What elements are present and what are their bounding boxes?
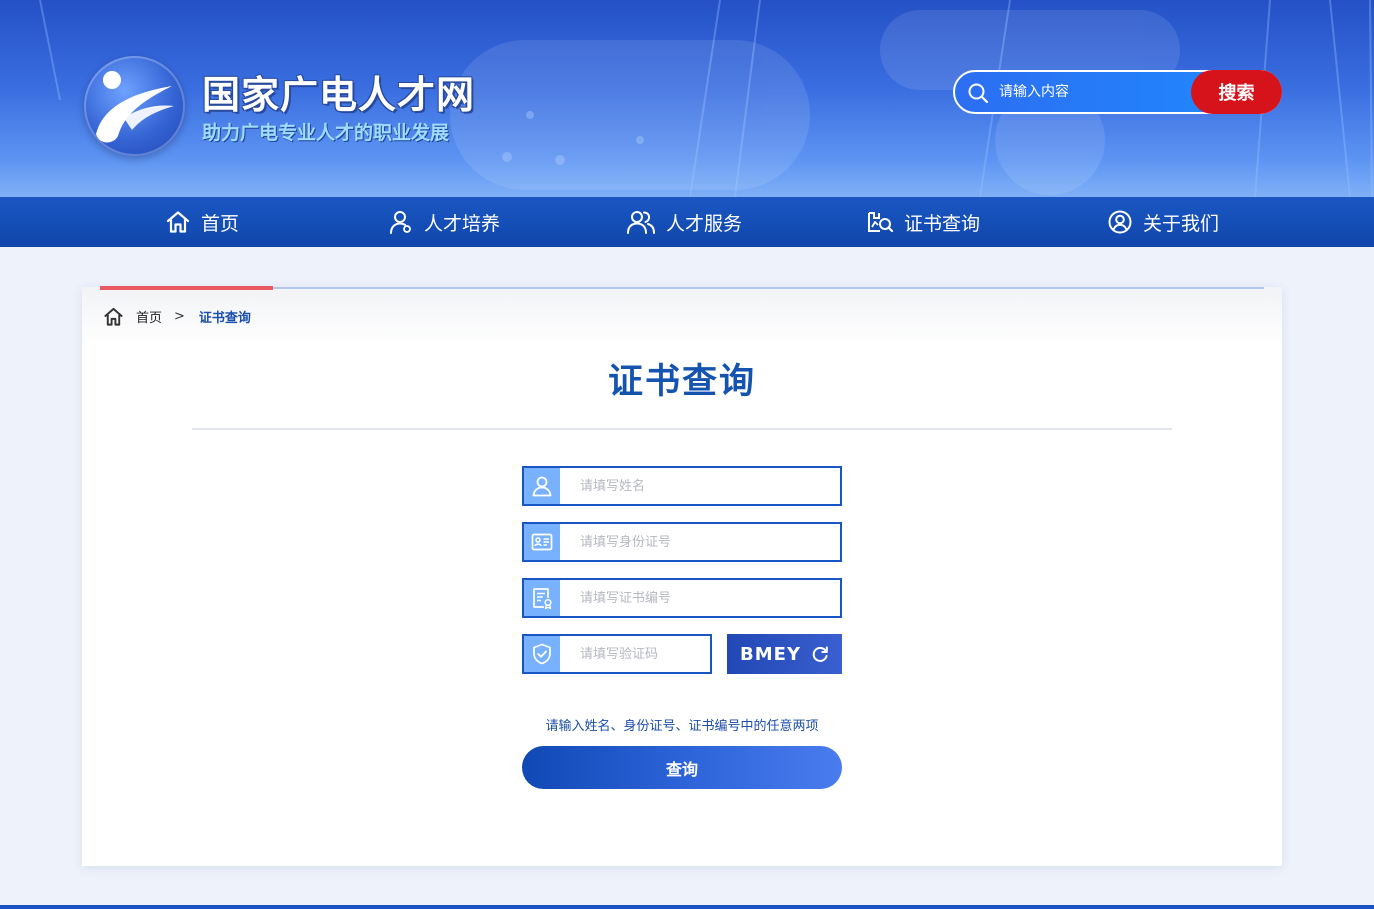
- nav-item-talent-training[interactable]: 人才培养: [388, 197, 500, 247]
- search-icon: [968, 83, 989, 104]
- site-title: 国家广电人才网: [202, 73, 476, 117]
- refresh-icon[interactable]: [811, 645, 829, 663]
- site-subtitle: 助力广电专业人才的职业发展: [202, 122, 450, 144]
- captcha-image[interactable]: BMEY: [727, 634, 842, 674]
- user-circle-icon: [1108, 210, 1132, 234]
- user-icon: [390, 211, 411, 234]
- captcha-field: [522, 634, 712, 674]
- captcha-field-icon-box: [524, 636, 560, 672]
- nav-item-home[interactable]: 首页: [165, 197, 239, 247]
- page-title: 证书查询: [607, 362, 756, 402]
- certificate-query-card: 首页 > 证书查询 证书查询 请填写姓名 请填写身份证号 请填写证书编号 请填写…: [82, 286, 1282, 866]
- card-top-accent: [100, 286, 273, 290]
- nav-item-certificate-query[interactable]: 证书查询: [866, 197, 980, 247]
- breadcrumb-current: 证书查询: [198, 310, 251, 326]
- captcha-input[interactable]: [580, 642, 700, 666]
- name-field-icon-box: [524, 468, 560, 504]
- search-input[interactable]: [999, 80, 1189, 104]
- certificate-number-field: [522, 578, 842, 618]
- title-divider: [192, 428, 1172, 430]
- shield-check-icon: [533, 643, 551, 665]
- nav-item-talent-service[interactable]: 人才服务: [626, 197, 742, 247]
- breadcrumb: 首页 > 证书查询: [103, 305, 251, 327]
- nav-item-about-us[interactable]: 关于我们: [1107, 197, 1219, 247]
- breadcrumb-separator: >: [174, 308, 185, 324]
- query-hint: 请输入姓名、身份证号、证书编号中的任意两项: [545, 719, 819, 734]
- certificate-number-input[interactable]: [580, 586, 820, 610]
- nav-item-label: 人才培养: [424, 212, 501, 235]
- id-field-icon-box: [524, 524, 560, 560]
- nav-item-label: 证书查询: [904, 212, 981, 235]
- search-button[interactable]: 搜索: [1191, 70, 1282, 114]
- breadcrumb-home-link[interactable]: 首页: [136, 307, 162, 326]
- nav-item-label: 首页: [201, 212, 240, 235]
- card-top-divider: [100, 287, 1264, 289]
- user-icon: [532, 476, 552, 497]
- name-field: [522, 466, 842, 506]
- footer-divider: [0, 905, 1374, 909]
- captcha-code: BMEY: [740, 643, 801, 665]
- certificate-icon: [533, 588, 552, 610]
- search-box: 搜索: [953, 70, 1282, 114]
- id-card-icon: [531, 533, 553, 551]
- query-button[interactable]: 查询: [522, 746, 842, 789]
- cert-field-icon-box: [524, 580, 560, 616]
- main-nav: 首页 人才培养 人才服务 证书查询 关于我们: [0, 197, 1374, 247]
- nav-item-label: 关于我们: [1143, 212, 1220, 235]
- site-logo[interactable]: [84, 56, 185, 156]
- id-number-field: [522, 522, 842, 562]
- logo-figure-icon: [96, 71, 174, 143]
- nav-item-label: 人才服务: [666, 212, 743, 235]
- header-banner: 国家广电人才网 助力广电专业人才的职业发展 搜索: [0, 0, 1374, 197]
- users-icon: [627, 211, 655, 234]
- id-number-input[interactable]: [580, 530, 820, 554]
- home-icon: [104, 307, 123, 326]
- name-input[interactable]: [580, 474, 820, 498]
- home-icon: [166, 211, 190, 233]
- certificate-search-icon: [868, 212, 894, 233]
